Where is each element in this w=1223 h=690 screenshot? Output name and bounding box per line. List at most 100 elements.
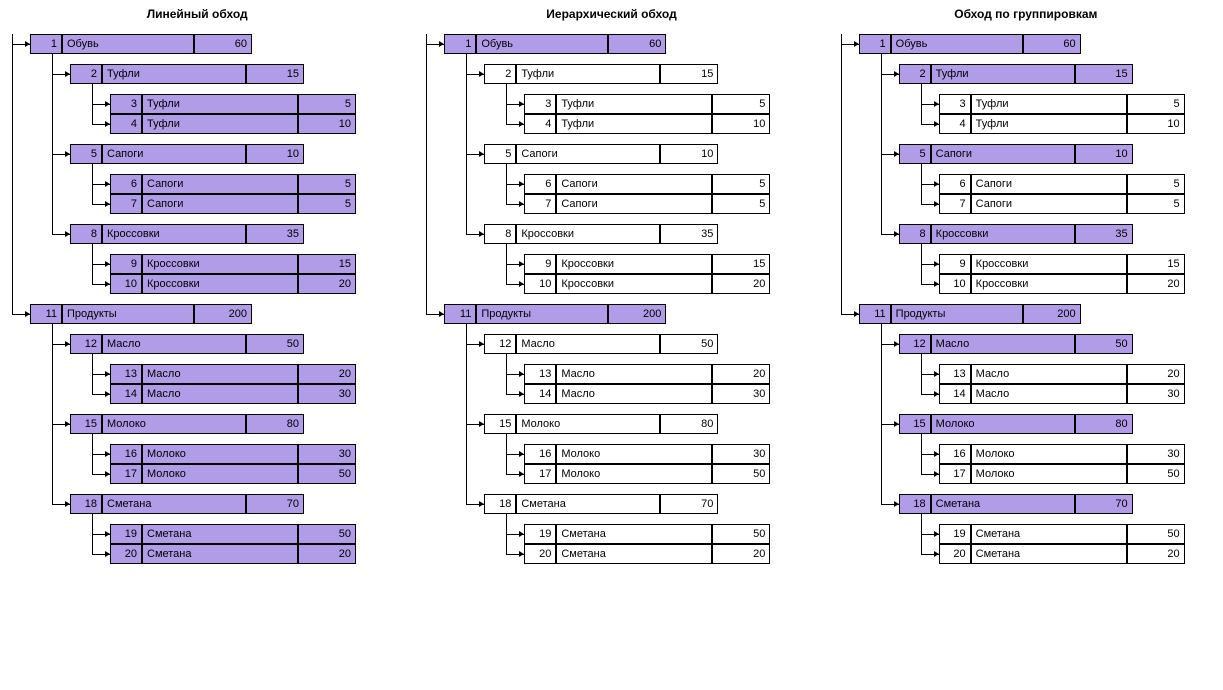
node-name: Кроссовки (971, 254, 1127, 274)
node-name: Сметана (931, 494, 1075, 514)
node-index: 18 (899, 494, 931, 514)
node-value: 10 (298, 114, 356, 134)
tree-node: 19Сметана50 (939, 524, 1185, 544)
node-value: 20 (298, 544, 356, 564)
node-name: Сапоги (142, 194, 298, 214)
node-index: 19 (524, 524, 556, 544)
tree-node: 9Кроссовки15 (939, 254, 1185, 274)
node-name: Кроссовки (516, 224, 660, 244)
node-index: 20 (524, 544, 556, 564)
node-value: 60 (1023, 34, 1081, 54)
node-index: 18 (70, 494, 102, 514)
node-name: Масло (556, 364, 712, 384)
tree-node: 17Молоко50 (524, 464, 770, 484)
node-value: 50 (298, 464, 356, 484)
node-name: Сметана (556, 544, 712, 564)
node-name: Молоко (556, 444, 712, 464)
node-index: 9 (110, 254, 142, 274)
tree-node: 18Сметана70 (70, 494, 304, 514)
node-value: 80 (1075, 414, 1133, 434)
node-index: 9 (939, 254, 971, 274)
column-title: Линейный обход (0, 6, 394, 22)
tree-node: 2Туфли15 (899, 64, 1133, 84)
tree-node: 2Туфли15 (70, 64, 304, 84)
node-name: Сапоги (556, 174, 712, 194)
node-index: 2 (70, 64, 102, 84)
node-name: Масло (142, 384, 298, 404)
tree-node: 16Молоко30 (110, 444, 356, 464)
node-value: 50 (712, 464, 770, 484)
diagram-column: Линейный обход1Обувь602Туфли153Туфли54Ту… (0, 6, 394, 574)
node-index: 12 (899, 334, 931, 354)
node-name: Молоко (556, 464, 712, 484)
tree-node: 2Туфли15 (484, 64, 718, 84)
node-index: 13 (524, 364, 556, 384)
node-index: 10 (110, 274, 142, 294)
tree-node: 4Туфли10 (110, 114, 356, 134)
tree-node: 4Туфли10 (939, 114, 1185, 134)
node-value: 30 (1127, 444, 1185, 464)
node-value: 50 (1127, 524, 1185, 544)
node-value: 10 (1127, 114, 1185, 134)
node-index: 3 (939, 94, 971, 114)
tree-node: 14Масло30 (110, 384, 356, 404)
node-index: 8 (70, 224, 102, 244)
node-index: 17 (110, 464, 142, 484)
node-name: Масло (102, 334, 246, 354)
tree-node: 10Кроссовки20 (110, 274, 356, 294)
tree-node: 14Масло30 (939, 384, 1185, 404)
tree-node: 15Молоко80 (484, 414, 718, 434)
tree-node: 5Сапоги10 (70, 144, 304, 164)
node-value: 20 (712, 544, 770, 564)
node-index: 15 (899, 414, 931, 434)
tree-node: 20Сметана20 (524, 544, 770, 564)
node-index: 14 (524, 384, 556, 404)
node-value: 10 (1075, 144, 1133, 164)
node-index: 5 (484, 144, 516, 164)
tree-node: 17Молоко50 (110, 464, 356, 484)
diagram-column: Иерархический обход1Обувь602Туфли153Туфл… (414, 6, 808, 574)
node-value: 20 (298, 274, 356, 294)
node-value: 50 (298, 524, 356, 544)
node-value: 70 (1075, 494, 1133, 514)
node-index: 14 (939, 384, 971, 404)
node-name: Сапоги (971, 194, 1127, 214)
node-index: 1 (859, 34, 891, 54)
node-value: 20 (298, 364, 356, 384)
node-index: 4 (939, 114, 971, 134)
node-index: 1 (30, 34, 62, 54)
node-index: 16 (939, 444, 971, 464)
tree-node: 9Кроссовки15 (110, 254, 356, 274)
tree-node: 20Сметана20 (110, 544, 356, 564)
node-name: Сапоги (556, 194, 712, 214)
node-index: 19 (939, 524, 971, 544)
node-index: 3 (110, 94, 142, 114)
node-index: 18 (484, 494, 516, 514)
node-name: Кроссовки (102, 224, 246, 244)
node-name: Продукты (476, 304, 608, 324)
node-index: 12 (484, 334, 516, 354)
node-name: Туфли (142, 114, 298, 134)
tree-node: 11Продукты200 (859, 304, 1081, 324)
tree-node: 1Обувь60 (859, 34, 1081, 54)
node-value: 200 (1023, 304, 1081, 324)
node-value: 30 (1127, 384, 1185, 404)
node-name: Сапоги (931, 144, 1075, 164)
tree-node: 10Кроссовки20 (524, 274, 770, 294)
node-index: 10 (524, 274, 556, 294)
tree-node: 6Сапоги5 (110, 174, 356, 194)
tree-canvas: 1Обувь602Туфли153Туфли54Туфли105Сапоги10… (829, 34, 1223, 574)
node-index: 6 (110, 174, 142, 194)
tree-node: 16Молоко30 (939, 444, 1185, 464)
node-name: Кроссовки (931, 224, 1075, 244)
tree-node: 6Сапоги5 (939, 174, 1185, 194)
node-name: Туфли (556, 114, 712, 134)
node-name: Сметана (971, 544, 1127, 564)
node-index: 10 (939, 274, 971, 294)
node-name: Молоко (971, 444, 1127, 464)
node-name: Молоко (971, 464, 1127, 484)
diagram-column: Обход по группировкам1Обувь602Туфли153Ту… (829, 6, 1223, 574)
node-index: 8 (484, 224, 516, 244)
node-name: Масло (556, 384, 712, 404)
node-name: Сапоги (971, 174, 1127, 194)
